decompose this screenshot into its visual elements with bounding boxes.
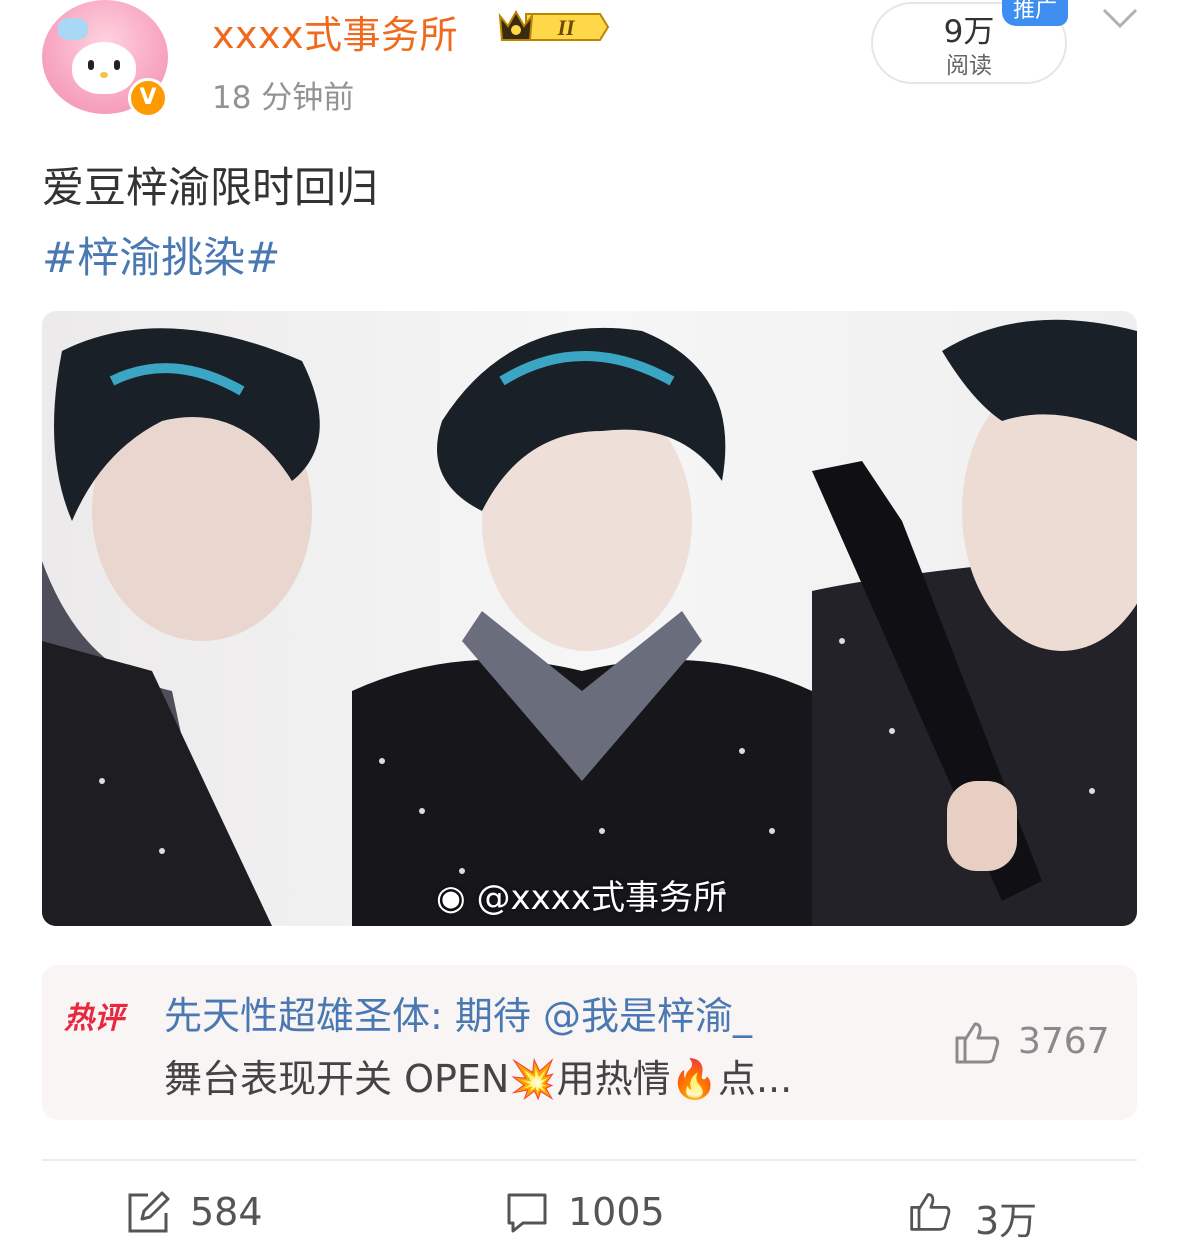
crown-level-icon: II [498, 9, 610, 41]
photo-illustration [42, 319, 1137, 926]
divider [42, 1159, 1137, 1161]
comment-icon[interactable] [505, 1191, 549, 1235]
promo-tag: 推广 [1002, 0, 1068, 26]
comment-count[interactable]: 1005 [568, 1190, 665, 1234]
hot-comment-tag: 热评 [64, 1001, 124, 1036]
avatar-eye [114, 60, 120, 70]
weibo-logo-icon: ◉ [436, 878, 477, 918]
thumb-up-icon[interactable] [953, 1018, 1001, 1066]
hashtag-link[interactable]: #梓渝挑染# [42, 224, 280, 285]
read-label: 阅读 [946, 53, 992, 79]
repost-icon[interactable] [126, 1191, 170, 1235]
post-image[interactable] [42, 311, 1137, 926]
avatar-eye [88, 60, 94, 70]
bow-decoration [58, 18, 88, 40]
watermark-text: @xxxx式事务所 [476, 878, 727, 918]
hot-comment-like-count: 3767 [1018, 1021, 1110, 1062]
like-icon[interactable] [908, 1189, 952, 1233]
chevron-down-icon[interactable] [1100, 4, 1140, 34]
repost-count[interactable]: 584 [190, 1190, 263, 1234]
like-count[interactable]: 3万 [975, 1190, 1037, 1245]
hot-comment-user[interactable]: 先天性超雄圣体: 期待 @我是梓渝_ [164, 985, 752, 1040]
post-time: 18 分钟前 [212, 80, 355, 116]
username[interactable]: xxxx式事务所 [212, 4, 458, 59]
avatar-nose [100, 72, 108, 78]
avatar-face [72, 42, 136, 94]
post-text: 爱豆梓渝限时回归 [42, 163, 379, 212]
verified-badge-icon: V [128, 78, 168, 118]
image-watermark: ◉ @xxxx式事务所 [436, 870, 727, 919]
hot-comment-text: 舞台表现开关 OPEN💥用热情🔥点... [164, 1057, 793, 1101]
level-badge-text: II [556, 15, 576, 40]
